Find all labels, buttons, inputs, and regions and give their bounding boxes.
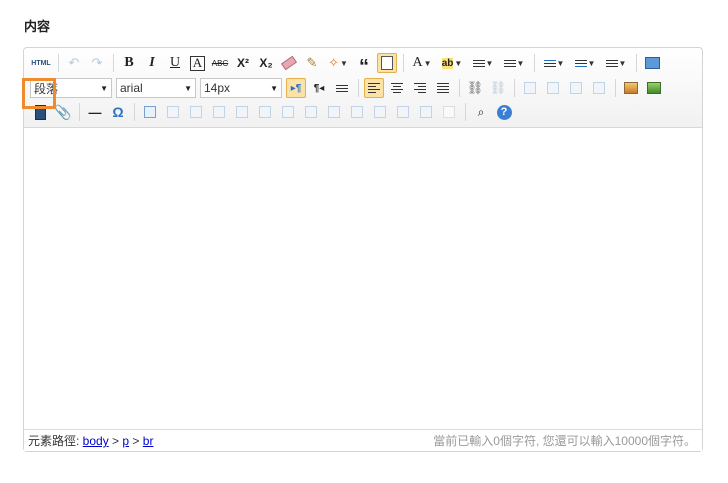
separator: [58, 54, 59, 72]
toolbar-row-3: 📎 — Ω ⌕ ?: [30, 101, 696, 123]
subscript-button[interactable]: X₂: [256, 53, 276, 73]
font-size-select[interactable]: 14px ▼: [200, 78, 282, 98]
multi-image-icon[interactable]: [644, 78, 664, 98]
rich-text-editor: HTML ↶ ↷ B I U A ABC X² X₂ ✎ ✧ ▼ “ A ▼ ab ▼…: [23, 47, 703, 452]
unlink-icon[interactable]: ⛓: [488, 78, 508, 98]
merge-cells-icon[interactable]: [301, 102, 321, 122]
link-icon[interactable]: ⛓: [465, 78, 485, 98]
split-cols-icon[interactable]: [416, 102, 436, 122]
editor-statusbar: 元素路徑: body > p > br 當前已輸入0個字符, 您還可以輸入100…: [24, 429, 702, 451]
row-spacing-bottom-icon[interactable]: ▼: [571, 53, 599, 73]
font-border-button[interactable]: A: [190, 55, 205, 71]
chevron-down-icon: ▼: [270, 83, 278, 93]
indent-icon[interactable]: [332, 78, 352, 98]
chevron-down-icon: ▼: [100, 83, 108, 93]
auto-typeset-icon[interactable]: ✧ ▼: [325, 53, 351, 73]
separator: [514, 79, 515, 97]
preview-icon[interactable]: [642, 53, 662, 73]
row-spacing-top-icon[interactable]: ▼: [540, 53, 568, 73]
split-rows-icon[interactable]: [393, 102, 413, 122]
image-center-icon[interactable]: [589, 78, 609, 98]
insert-row-icon[interactable]: [209, 102, 229, 122]
chart-icon[interactable]: [439, 102, 459, 122]
word-count: 當前已輸入0個字符, 您還可以輸入10000個字符。: [433, 434, 696, 448]
image-right-icon[interactable]: [566, 78, 586, 98]
background-color-label: ab: [441, 57, 454, 69]
undo-button[interactable]: ↶: [64, 53, 84, 73]
format-brush-icon[interactable]: ✎: [302, 53, 322, 73]
align-center-icon[interactable]: [387, 78, 407, 98]
horizontal-rule-button[interactable]: —: [85, 102, 105, 122]
paste-plain-icon[interactable]: [377, 53, 397, 73]
align-right-icon[interactable]: [410, 78, 430, 98]
font-size-value: 14px: [204, 81, 231, 95]
background-color-button[interactable]: ab ▼: [438, 53, 466, 73]
toolbar-row-1: HTML ↶ ↷ B I U A ABC X² X₂ ✎ ✧ ▼ “ A ▼ ab ▼…: [30, 52, 696, 77]
attachment-highlight-box: [22, 78, 56, 109]
separator: [79, 103, 80, 121]
eraser-icon[interactable]: [279, 53, 299, 73]
delete-col-icon[interactable]: [278, 102, 298, 122]
html-source-button[interactable]: HTML: [30, 53, 52, 73]
font-color-label: A: [412, 55, 423, 70]
direction-ltr-button[interactable]: ▸¶: [286, 78, 306, 98]
field-label: 内容: [24, 19, 51, 34]
separator: [134, 103, 135, 121]
separator: [358, 79, 359, 97]
underline-button[interactable]: U: [165, 53, 185, 73]
insert-paragraph-before-table-icon[interactable]: [186, 102, 206, 122]
search-replace-icon[interactable]: ⌕: [471, 102, 491, 122]
separator: [459, 79, 460, 97]
align-left-icon[interactable]: [364, 78, 384, 98]
blockquote-button[interactable]: “: [354, 53, 374, 77]
separator: [403, 54, 404, 72]
merge-down-icon[interactable]: [347, 102, 367, 122]
help-label: ?: [496, 104, 512, 120]
editor-content-area[interactable]: [24, 128, 702, 429]
image-left-icon[interactable]: [543, 78, 563, 98]
strikethrough-button[interactable]: ABC: [210, 53, 230, 73]
separator: [615, 79, 616, 97]
delete-table-icon[interactable]: [163, 102, 183, 122]
path-separator: >: [129, 434, 143, 448]
separator: [636, 54, 637, 72]
font-color-button[interactable]: A ▼: [409, 53, 435, 73]
insert-image-icon[interactable]: [621, 78, 641, 98]
redo-button[interactable]: ↷: [87, 53, 107, 73]
element-path: 元素路徑: body > p > br: [28, 432, 153, 449]
line-height-icon[interactable]: ▼: [602, 53, 630, 73]
merge-right-icon[interactable]: [324, 102, 344, 122]
image-none-icon[interactable]: [520, 78, 540, 98]
delete-row-icon[interactable]: [232, 102, 252, 122]
attachment-icon[interactable]: 📎: [53, 102, 73, 122]
font-family-select[interactable]: arial ▼: [116, 78, 196, 98]
separator: [113, 54, 114, 72]
bold-button[interactable]: B: [119, 53, 139, 73]
unordered-list-icon[interactable]: ▼: [500, 53, 528, 73]
chevron-down-icon: ▼: [184, 83, 192, 93]
path-link-br[interactable]: br: [143, 434, 154, 448]
path-link-body[interactable]: body: [83, 434, 109, 448]
superscript-button[interactable]: X²: [233, 53, 253, 73]
help-icon[interactable]: ?: [494, 102, 514, 122]
direction-rtl-button[interactable]: ¶◂: [309, 78, 329, 98]
split-cells-icon[interactable]: [370, 102, 390, 122]
element-path-label: 元素路徑:: [28, 434, 83, 448]
align-justify-icon[interactable]: [433, 78, 453, 98]
separator: [465, 103, 466, 121]
editor-toolbar: HTML ↶ ↷ B I U A ABC X² X₂ ✎ ✧ ▼ “ A ▼ ab ▼…: [24, 48, 702, 128]
ordered-list-icon[interactable]: ▼: [469, 53, 497, 73]
insert-col-icon[interactable]: [255, 102, 275, 122]
special-chars-button[interactable]: Ω: [108, 102, 128, 122]
italic-button[interactable]: I: [142, 53, 162, 73]
path-separator: >: [108, 434, 123, 448]
toolbar-row-2: 段落 ▼ arial ▼ 14px ▼ ▸¶ ¶◂ ⛓ ⛓: [30, 77, 696, 99]
separator: [534, 54, 535, 72]
insert-table-icon[interactable]: [140, 102, 160, 122]
font-family-value: arial: [120, 81, 143, 95]
